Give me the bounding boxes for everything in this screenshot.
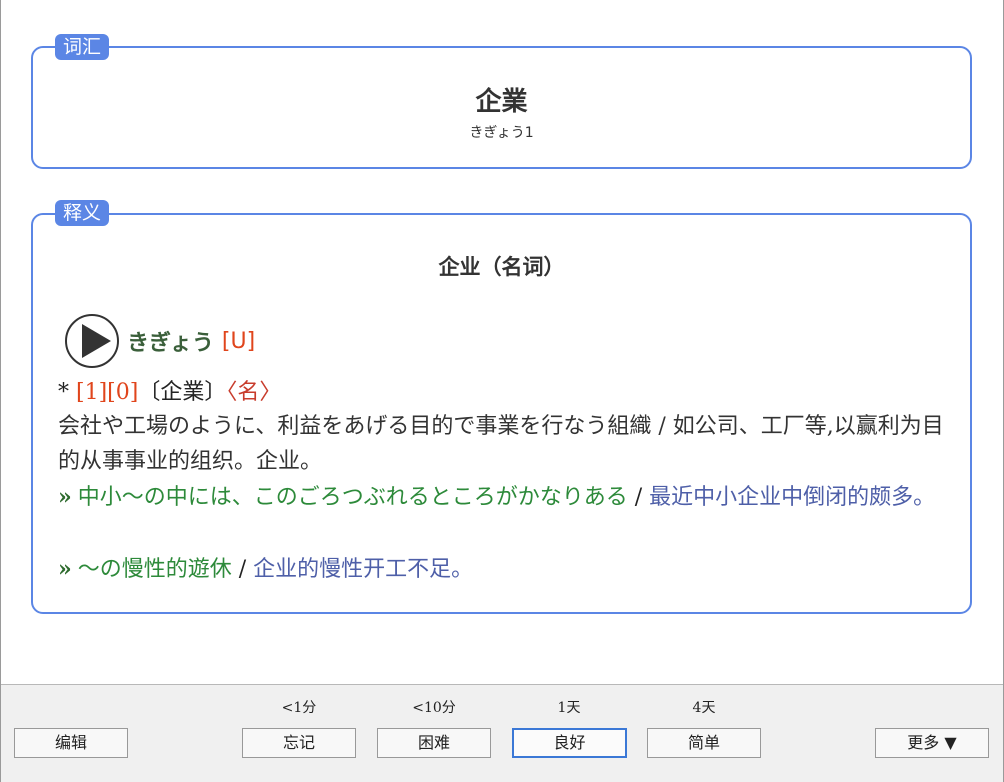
definition-card: 企业（名词） きぎょう [U] * [1][0]〔企業〕〈名〉 会社や工場のよう… [31,213,972,614]
interval-again: <1分 [281,700,317,716]
good-button[interactable]: 良好 [512,728,627,758]
level-tag: [U] [221,328,256,354]
again-button[interactable]: 忘记 [242,728,356,758]
pitch-accent: [1][0] [76,380,139,405]
vocab-tag: 词汇 [55,34,110,60]
entry-kanji: 〔企業〕 [138,380,227,405]
vocab-reading: きぎょう1 [469,125,534,141]
example-sentence: » 中小〜の中には、このごろつぶれるところがかなりある / 最近中小企业中倒闭的颇… [58,480,945,515]
interval-easy: 4天 [692,700,716,716]
entry-star: * [58,380,76,405]
example-bullet: » [58,556,72,582]
pronunciation-row: きぎょう [U] [65,314,256,368]
play-audio-button[interactable] [65,314,119,368]
edit-button[interactable]: 编辑 [14,728,128,758]
example-japanese: 中小〜の中には、このごろつぶれるところがかなりある [77,485,628,510]
example-sentence: » 〜の慢性的遊休 / 企业的慢性开工不足。 [58,552,945,587]
definition-title: 企业（名词） [438,254,565,279]
example-separator: / [627,485,650,510]
definition-tag: 释义 [55,200,110,226]
vocab-card: 企業 きぎょう1 [31,46,972,169]
vocab-word: 企業 [475,87,528,117]
interval-good: 1天 [557,700,581,716]
kana-reading: きぎょう [127,331,214,356]
interval-hard: <10分 [412,700,456,716]
example-bullet: » [58,484,72,510]
more-button[interactable]: 更多 ▼ [875,728,989,758]
part-of-speech: 〈名〉 [226,380,282,405]
definition-gloss: 会社や工場のように、利益をあげる目的で事業を行なう組織 / 如公司、工厂等,以赢… [58,414,944,474]
easy-button[interactable]: 简单 [647,728,761,758]
play-icon [82,324,111,358]
answer-bar: <1分 <10分 1天 4天 编辑 忘记 困难 良好 简单 更多 ▼ [1,684,1003,782]
hard-button[interactable]: 困难 [377,728,491,758]
example-separator: / [231,557,254,582]
entry-header: * [1][0]〔企業〕〈名〉 [58,375,945,410]
example-translation: 企业的慢性开工不足。 [253,557,474,582]
example-japanese: 〜の慢性的遊休 [77,557,232,582]
example-translation: 最近中小企业中倒闭的颇多。 [649,485,936,510]
